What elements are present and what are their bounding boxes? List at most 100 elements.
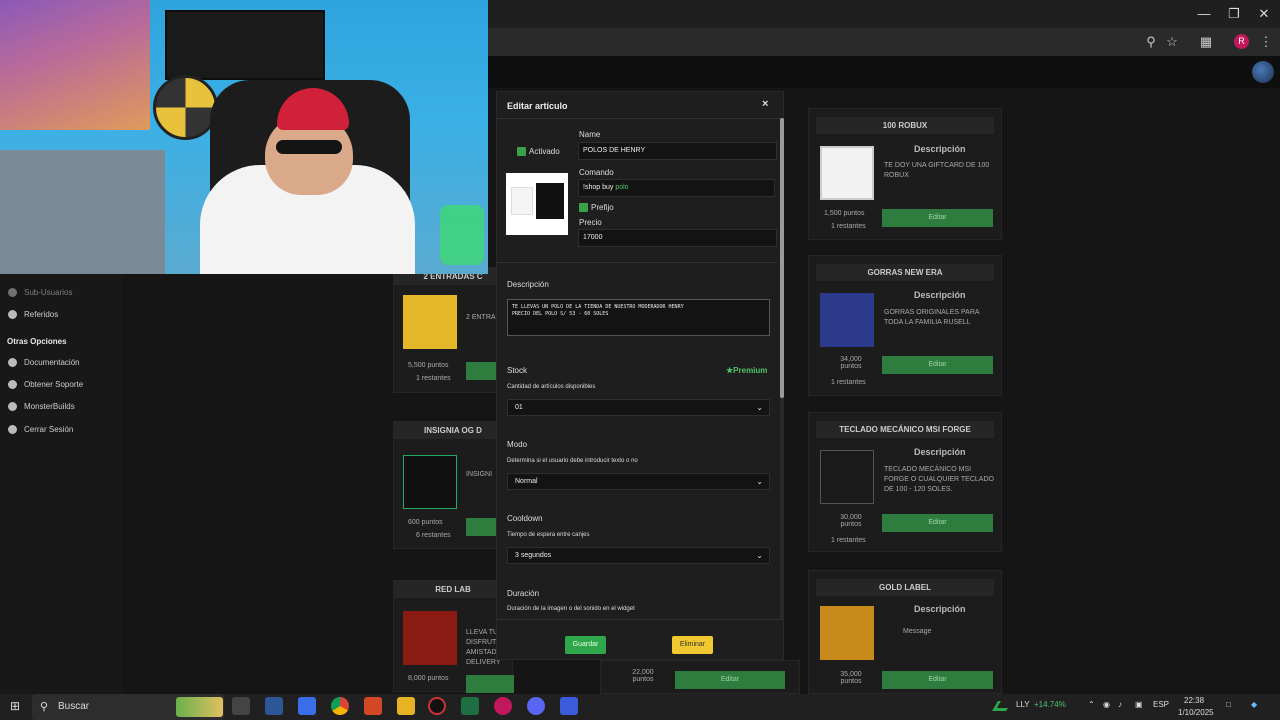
cooldown-select[interactable]: 3 segundos ⌄ — [507, 547, 770, 564]
modal-title: Editar artículo — [507, 101, 568, 111]
edit-button[interactable]: Editar — [882, 514, 993, 532]
sidebar-item-label: Documentación — [24, 357, 80, 367]
sidebar-section-title: Otras Opciones — [7, 337, 67, 346]
obs-icon[interactable] — [428, 697, 446, 715]
duration-label: Duración — [507, 589, 540, 598]
clock-date[interactable]: 1/10/2025 — [1178, 708, 1214, 717]
section-divider — [497, 262, 777, 263]
activated-checkbox[interactable] — [517, 147, 526, 156]
user-avatar[interactable] — [1252, 61, 1274, 83]
save-button[interactable]: Guardar — [565, 636, 606, 654]
activated-label: Activado — [529, 147, 560, 156]
sidebar-item-docs[interactable]: Documentación — [8, 352, 80, 372]
discord-icon[interactable] — [527, 697, 545, 715]
menu-icon[interactable]: ⋮ — [1255, 33, 1277, 51]
card-thumbnail — [403, 611, 457, 665]
command-label: Comando — [579, 168, 614, 177]
card-thumbnail — [820, 293, 874, 347]
close-icon[interactable]: × — [762, 98, 768, 110]
reward-card: GORRAS NEW ERA Descripción GORRAS ORIGIN… — [808, 255, 1002, 396]
card-points: 35,000 puntos — [840, 671, 862, 685]
webcam-overlay — [0, 0, 488, 274]
language-indicator[interactable]: ESP — [1153, 700, 1169, 709]
support-icon — [8, 379, 17, 389]
excel-icon[interactable] — [461, 697, 479, 715]
app-icon[interactable] — [560, 697, 578, 715]
store-icon[interactable] — [298, 697, 316, 715]
prefix-checkbox[interactable] — [579, 203, 588, 212]
stock-change[interactable]: +14.74% — [1034, 700, 1066, 709]
edit-button[interactable]: Editar — [882, 671, 993, 689]
volume-icon[interactable]: ♪ — [1118, 700, 1122, 709]
card-thumbnail — [820, 146, 874, 200]
price-field[interactable]: 17000 — [578, 229, 777, 247]
card-points: 34,000 puntos — [840, 356, 862, 370]
card-points: 600 puntos — [408, 519, 443, 526]
reward-card: RED LAB LLEVA TU DISFRUTA AMISTAD DELIVE… — [393, 580, 514, 693]
card-points: 30,000 puntos — [840, 514, 862, 528]
stock-select[interactable]: 01 ⌄ — [507, 399, 770, 416]
star-icon[interactable]: ☆ — [1161, 33, 1183, 51]
maximize-button[interactable]: ❐ — [1220, 4, 1248, 24]
prefix-label: Prefijo — [591, 203, 614, 212]
stock-ticker[interactable]: LLY — [1016, 700, 1030, 709]
card-description-heading: Descripción — [914, 290, 966, 300]
close-window-button[interactable]: ✕ — [1250, 4, 1278, 24]
clock-time[interactable]: 22:38 — [1184, 696, 1204, 705]
sidebar-item-referrals[interactable]: Referidos — [8, 304, 58, 324]
edit-button[interactable]: Editar — [882, 356, 993, 374]
card-title: TECLADO MECÁNICO MSI FORGE — [816, 421, 994, 438]
delete-button[interactable]: Eliminar — [672, 636, 713, 654]
card-points: 1,500 puntos — [824, 210, 865, 217]
name-label: Name — [579, 130, 601, 139]
microphone-icon[interactable]: ◉ — [1103, 700, 1110, 709]
profile-avatar[interactable]: R — [1234, 34, 1249, 49]
task-view-icon[interactable] — [232, 697, 250, 715]
edit-button[interactable]: Editar — [675, 671, 785, 689]
card-description: TE DOY UNA GIFTCARD DE 100 ROBUX — [884, 162, 990, 179]
description-textarea[interactable]: TE LLEVAS UN POLO DE LA TIENDA DE NUESTR… — [507, 299, 770, 336]
price-label: Precio — [579, 218, 602, 227]
card-remaining: 1 restantes — [831, 379, 866, 386]
stock-help: Cantidad de artículos disponibles — [507, 384, 596, 390]
reward-card: 22,000 puntos Editar — [600, 660, 800, 694]
referrals-icon — [8, 309, 17, 319]
card-thumbnail — [820, 606, 874, 660]
mode-select[interactable]: Normal ⌄ — [507, 473, 770, 490]
powerpoint-icon[interactable] — [364, 697, 382, 715]
sunglasses — [276, 140, 342, 154]
prize-wheel — [153, 75, 218, 140]
sidebar-item-logout[interactable]: Cerrar Sesión — [8, 419, 73, 439]
chrome-profile-icon[interactable] — [494, 697, 512, 715]
word-icon[interactable] — [265, 697, 283, 715]
sofa — [0, 150, 165, 274]
windows-start-icon[interactable]: ⊞ — [10, 700, 23, 713]
card-remaining: 1 restantes — [416, 375, 451, 382]
zoom-icon[interactable]: ⚲ — [1140, 33, 1162, 51]
notifications-icon[interactable]: □ — [1226, 700, 1231, 709]
edit-item-modal: Editar artículo × Activado Name POLOS DE… — [496, 91, 784, 660]
minimize-button[interactable]: — — [1190, 4, 1218, 24]
item-image[interactable] — [506, 173, 568, 235]
chevron-down-icon: ⌄ — [756, 477, 763, 486]
card-description-heading: Descripción — [914, 604, 966, 614]
sidebar-item-label: Cerrar Sesión — [24, 424, 74, 434]
name-field[interactable]: POLOS DE HENRY — [578, 142, 777, 160]
edit-button[interactable] — [466, 675, 514, 693]
edit-button[interactable]: Editar — [882, 209, 993, 227]
card-description: 2 ENTRA — [466, 314, 496, 321]
command-field[interactable]: !shop buy polo — [578, 179, 775, 197]
sidebar-item-subusers[interactable]: Sub-Usuarios — [8, 282, 72, 302]
mode-label: Modo — [507, 440, 528, 449]
card-title: 100 ROBUX — [816, 117, 994, 134]
sidebar-item-builds[interactable]: MonsterBuilds — [8, 396, 75, 416]
display-icon[interactable]: ▣ — [1135, 700, 1143, 709]
modal-scrollbar-thumb[interactable] — [780, 118, 784, 398]
reward-card: GOLD LABEL Descripción Message 35,000 pu… — [808, 570, 1002, 694]
extensions-icon[interactable]: ▦ — [1195, 33, 1217, 51]
file-explorer-icon[interactable] — [397, 697, 415, 715]
copilot-icon[interactable]: ◆ — [1251, 700, 1257, 709]
sidebar-item-support[interactable]: Obtener Soporte — [8, 374, 83, 394]
chrome-icon[interactable] — [331, 697, 349, 715]
chevron-up-icon[interactable]: ⌃ — [1088, 700, 1095, 709]
